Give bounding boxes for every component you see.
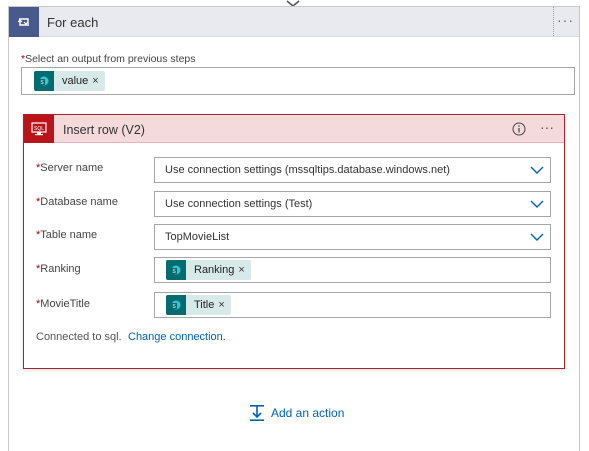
chevron-down-icon[interactable] [530,200,544,209]
table-name-value: TopMovieList [165,231,230,243]
chevron-down-icon[interactable] [530,233,544,242]
server-name-label: *Server name [36,162,104,174]
ranking-field[interactable]: S Ranking × [154,257,551,283]
title-token[interactable]: S Title × [166,295,231,315]
chevron-down-icon[interactable] [530,166,544,175]
insert-row-header[interactable]: SQL Insert row (V2) ··· [24,115,564,143]
for-each-title: For each [47,15,99,30]
insert-row-more-button[interactable]: ··· [540,120,554,134]
token-label: value [62,75,89,87]
insert-row-card: SQL Insert row (V2) ··· *Server name Use… [23,114,565,369]
for-each-card: For each ··· *Select an output from prev… [8,6,580,451]
svg-text:SQL: SQL [34,126,44,132]
sharepoint-icon: S [34,71,54,91]
insert-row-title: Insert row (V2) [63,123,145,137]
ranking-token[interactable]: S Ranking × [166,260,251,280]
add-action-label: Add an action [271,406,345,420]
server-name-dropdown[interactable]: Use connection settings (mssqltips.datab… [154,157,551,183]
token-remove-icon[interactable]: × [92,75,104,87]
select-output-field[interactable]: S value × [21,67,575,95]
change-connection-link[interactable]: Change connection. [128,331,226,343]
dynamic-content-token[interactable]: S value × [34,71,105,91]
table-name-label: *Table name [36,229,98,241]
database-name-label: *Database name [36,196,118,208]
movie-title-field[interactable]: S Title × [154,292,551,318]
movie-title-label: *MovieTitle [36,298,90,310]
database-name-value: Use connection settings (Test) [165,198,313,210]
connection-status-text: Connected to sql. [36,331,122,343]
sharepoint-icon: S [166,260,186,280]
add-action-icon [250,405,264,421]
sql-icon: SQL [24,115,54,143]
token-label: Ranking [194,264,235,276]
loop-icon [9,7,39,37]
table-name-dropdown[interactable]: TopMovieList [154,224,551,250]
more-options-icon: ··· [557,12,574,28]
token-label: Title [194,299,215,311]
server-name-value: Use connection settings (mssqltips.datab… [165,164,450,176]
for-each-header[interactable]: For each ··· [9,7,579,37]
token-remove-icon[interactable]: × [218,299,230,311]
sharepoint-icon: S [166,295,186,315]
add-action-button[interactable]: Add an action [249,402,344,424]
token-remove-icon[interactable]: × [238,264,250,276]
database-name-dropdown[interactable]: Use connection settings (Test) [154,191,551,217]
info-icon[interactable] [512,122,526,136]
ranking-label: *Ranking [36,263,81,275]
for-each-more-button[interactable]: ··· [553,7,579,36]
select-output-label: *Select an output from previous steps [21,53,196,65]
